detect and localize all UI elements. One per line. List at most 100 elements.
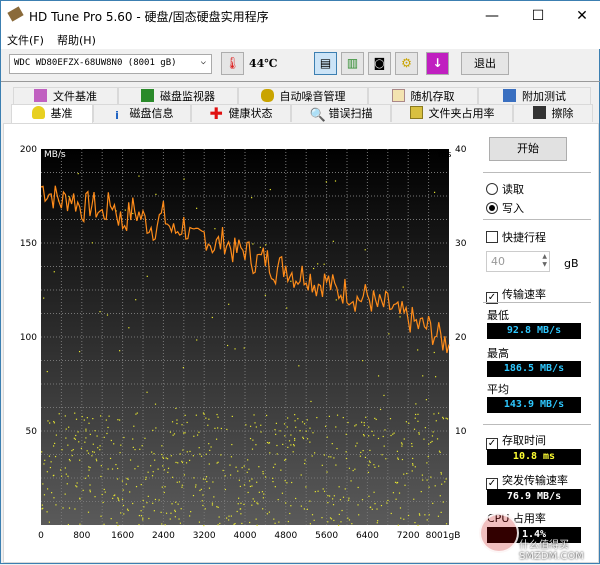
- access-time-point: [397, 524, 399, 526]
- short-stroke-checkbox[interactable]: 快捷行程: [486, 229, 546, 245]
- stroke-size-stepper[interactable]: 40 ▲ ▼: [486, 251, 550, 272]
- access-time-point: [426, 519, 428, 521]
- access-time-point: [261, 491, 264, 493]
- access-time-checkbox[interactable]: ✓ 存取时间: [486, 432, 546, 450]
- access-time-point: [415, 403, 417, 405]
- access-time-point: [379, 408, 382, 411]
- access-time-point: [154, 403, 157, 405]
- access-time-point: [294, 437, 296, 440]
- access-time-point: [135, 413, 137, 415]
- y2-tick-label: 40: [455, 145, 467, 155]
- access-time-point: [426, 462, 428, 464]
- access-time-point: [401, 443, 403, 445]
- access-time-point: [208, 487, 211, 489]
- stepper-arrows-icon[interactable]: ▲ ▼: [542, 253, 547, 269]
- access-time-point: [342, 496, 345, 498]
- access-time-point: [42, 507, 44, 509]
- access-time-point: [259, 246, 261, 248]
- access-time-point: [100, 415, 102, 417]
- access-time-point: [123, 436, 125, 439]
- access-time-point: [284, 480, 286, 482]
- access-time-point: [66, 483, 68, 485]
- access-time-point: [120, 444, 122, 446]
- access-time-point: [423, 438, 425, 440]
- access-time-point: [67, 475, 69, 477]
- access-time-point: [428, 443, 430, 445]
- access-time-point: [240, 513, 242, 515]
- access-time-point: [196, 207, 198, 209]
- access-time-point: [83, 419, 85, 421]
- access-time-point: [425, 399, 427, 401]
- access-time-point: [58, 413, 60, 415]
- access-time-point: [54, 455, 57, 458]
- access-time-point: [344, 488, 346, 490]
- access-time-point: [247, 459, 249, 461]
- access-time-point: [405, 421, 408, 423]
- burst-rate-checkbox[interactable]: ✓ 突发传输速率: [486, 472, 568, 490]
- access-time-point: [432, 502, 434, 504]
- access-time-point: [230, 515, 232, 517]
- access-time-point: [377, 520, 379, 522]
- access-time-point: [445, 417, 447, 419]
- access-time-point: [313, 519, 315, 521]
- access-time-point: [204, 478, 207, 480]
- access-time-point: [139, 448, 141, 450]
- y-tick-label: 150: [20, 239, 37, 249]
- access-time-point: [247, 491, 249, 494]
- access-time-point: [329, 517, 332, 519]
- access-time-point: [99, 445, 101, 447]
- access-time-point: [376, 522, 378, 524]
- access-time-point: [268, 442, 270, 444]
- access-time-point: [278, 521, 280, 523]
- access-time-point: [164, 524, 166, 526]
- access-time-point: [280, 469, 282, 471]
- access-time-point: [87, 511, 90, 513]
- watermark-logo: [479, 513, 519, 553]
- access-time-point: [359, 455, 361, 457]
- access-time-point: [67, 523, 69, 526]
- access-time-point: [41, 504, 43, 506]
- access-time-point: [104, 491, 106, 493]
- access-time-point: [192, 494, 195, 497]
- access-time-point: [431, 440, 433, 443]
- access-time-point: [235, 466, 237, 468]
- access-time-point: [216, 462, 218, 464]
- x-tick-label: 4000: [234, 531, 257, 541]
- access-time-point: [184, 414, 186, 416]
- access-time-point: [340, 521, 342, 523]
- access-time-point: [200, 455, 203, 457]
- access-time-point: [103, 488, 105, 491]
- access-time-point: [226, 517, 228, 519]
- access-time-point: [333, 457, 335, 459]
- access-time-point: [355, 424, 357, 426]
- access-time-point: [176, 422, 178, 425]
- watermark: 什么值得买 SMZDM.COM: [519, 540, 584, 562]
- write-radio[interactable]: 写入: [486, 200, 524, 216]
- access-time-point: [384, 429, 386, 431]
- access-time-point: [199, 453, 201, 455]
- access-time-point: [86, 450, 88, 452]
- access-time-point: [396, 450, 399, 452]
- access-time-point: [96, 435, 98, 437]
- checkbox-icon: [486, 231, 498, 243]
- access-time-point: [181, 461, 184, 464]
- start-button[interactable]: 开始: [489, 137, 567, 161]
- access-time-point: [368, 495, 370, 497]
- access-time-point: [196, 339, 198, 341]
- access-time-point: [154, 459, 156, 461]
- access-time-point: [193, 435, 195, 437]
- access-time-point: [417, 349, 419, 351]
- read-radio[interactable]: 读取: [486, 181, 524, 197]
- access-time-point: [115, 463, 117, 466]
- access-time-point: [306, 419, 308, 421]
- access-time-point: [387, 499, 389, 502]
- access-time-point: [400, 517, 402, 519]
- access-time-point: [144, 437, 146, 439]
- access-time-point: [288, 440, 291, 442]
- access-time-point: [269, 452, 271, 454]
- access-time-point: [128, 327, 130, 329]
- access-time-point: [123, 513, 125, 515]
- access-time-point: [287, 417, 289, 419]
- stroke-unit: gB: [564, 257, 579, 270]
- access-time-point: [147, 495, 149, 497]
